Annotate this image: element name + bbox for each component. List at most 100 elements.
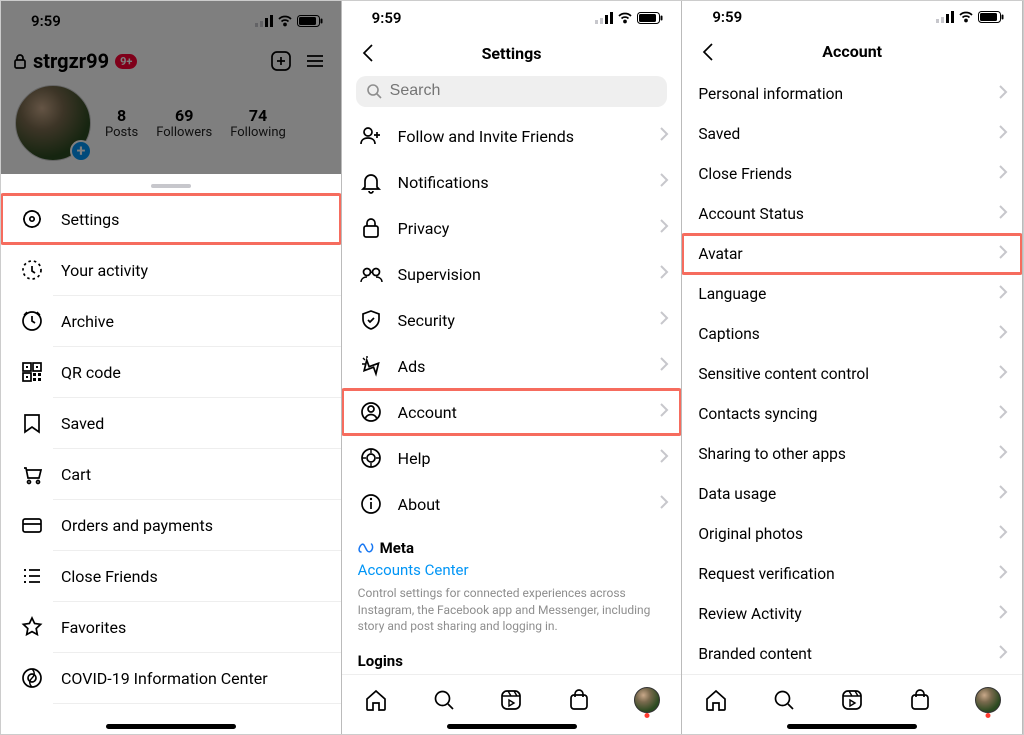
settings-label: Notifications: [398, 173, 646, 192]
status-time: 9:59: [372, 9, 402, 27]
menu-label: Archive: [61, 312, 114, 331]
cellular-icon: [936, 11, 954, 23]
stat-posts[interactable]: 8Posts: [105, 106, 138, 140]
account-item-contacts-syncing[interactable]: Contacts syncing: [682, 394, 1022, 434]
account-item-avatar[interactable]: Avatar: [682, 234, 1022, 274]
panel-settings: 9:59 Settings Follow and Invite FriendsN…: [342, 1, 683, 734]
meta-logo-icon: [358, 542, 376, 554]
account-label: Sharing to other apps: [698, 445, 846, 463]
menu-icon: [19, 411, 45, 435]
account-label: Original photos: [698, 525, 803, 543]
tab-profile[interactable]: [966, 678, 1010, 722]
account-label: Captions: [698, 325, 759, 343]
hamburger-menu-button[interactable]: [301, 47, 329, 75]
sheet-item-cart[interactable]: Cart: [1, 449, 341, 499]
bottom-sheet: Settings Your activity Archive QR codeSaved…: [1, 174, 341, 734]
chevron-right-icon: [659, 448, 669, 468]
tab-home[interactable]: [694, 678, 738, 722]
back-button[interactable]: [348, 33, 388, 73]
tab-shop[interactable]: [557, 678, 601, 722]
create-button[interactable]: [267, 47, 295, 75]
home-indicator[interactable]: [447, 724, 577, 729]
settings-icon: [358, 400, 384, 424]
meta-section: Meta Accounts Center Control settings fo…: [342, 527, 682, 638]
tab-search[interactable]: [762, 678, 806, 722]
back-button[interactable]: [688, 32, 728, 72]
account-item-sensitive-content-control[interactable]: Sensitive content control: [682, 354, 1022, 394]
chevron-right-icon: [659, 264, 669, 284]
chevron-right-icon: [659, 402, 669, 422]
account-label: Branded content: [698, 645, 812, 663]
home-indicator[interactable]: [106, 724, 236, 729]
logins-header: Logins: [342, 638, 682, 674]
account-label: Language: [698, 285, 766, 303]
battery-icon: [297, 15, 323, 27]
sheet-item-close-friends[interactable]: Close Friends: [1, 551, 341, 601]
sheet-item-orders-and-payments[interactable]: Orders and payments: [1, 500, 341, 550]
tab-reels[interactable]: [489, 678, 533, 722]
profile-avatar-icon: [975, 687, 1001, 713]
search-input[interactable]: [390, 82, 658, 100]
settings-item-supervision[interactable]: Supervision: [342, 251, 682, 297]
account-item-original-photos[interactable]: Original photos: [682, 514, 1022, 554]
avatar[interactable]: +: [15, 85, 91, 161]
settings-item-security[interactable]: Security: [342, 297, 682, 343]
menu-icon: [19, 309, 45, 333]
tab-profile[interactable]: [625, 678, 669, 722]
settings-item-account[interactable]: Account: [342, 389, 682, 435]
stat-followers[interactable]: 69Followers: [156, 106, 212, 140]
username[interactable]: strgzr99: [33, 49, 109, 73]
menu-label: COVID-19 Information Center: [61, 669, 268, 688]
settings-label: Security: [398, 311, 646, 330]
menu-icon: [19, 564, 45, 588]
settings-item-help[interactable]: Help: [342, 435, 682, 481]
account-label: Account Status: [698, 205, 804, 223]
status-indicators: [595, 12, 663, 24]
sheet-item-archive[interactable]: Archive: [1, 296, 341, 346]
search-box[interactable]: [356, 76, 668, 108]
tab-home[interactable]: [354, 678, 398, 722]
meta-description: Control settings for connected experienc…: [358, 585, 666, 634]
sheet-item-favorites[interactable]: Favorites: [1, 602, 341, 652]
tab-shop[interactable]: [898, 678, 942, 722]
account-item-personal-information[interactable]: Personal information: [682, 74, 1022, 114]
tab-search[interactable]: [422, 678, 466, 722]
account-item-account-status[interactable]: Account Status: [682, 194, 1022, 234]
settings-item-about[interactable]: About: [342, 481, 682, 527]
account-item-review-activity[interactable]: Review Activity: [682, 594, 1022, 634]
menu-icon: [19, 258, 45, 282]
account-item-sharing-to-other-apps[interactable]: Sharing to other apps: [682, 434, 1022, 474]
settings-item-notifications[interactable]: Notifications: [342, 159, 682, 205]
tab-reels[interactable]: [830, 678, 874, 722]
settings-item-follow-and-invite-friends[interactable]: Follow and Invite Friends: [342, 113, 682, 159]
settings-item-privacy[interactable]: Privacy: [342, 205, 682, 251]
sheet-item-settings[interactable]: Settings: [1, 194, 341, 244]
menu-icon: [19, 360, 45, 384]
meta-brand: Meta: [358, 539, 666, 557]
settings-icon: [358, 170, 384, 194]
sheet-item-your-activity[interactable]: Your activity: [1, 245, 341, 295]
account-item-request-verification[interactable]: Request verification: [682, 554, 1022, 594]
menu-icon: [19, 615, 45, 639]
profile-title-row: strgzr99 9+: [1, 41, 341, 75]
menu-label: Settings: [61, 210, 119, 229]
account-item-data-usage[interactable]: Data usage: [682, 474, 1022, 514]
account-item-language[interactable]: Language: [682, 274, 1022, 314]
sheet-item-covid-19-information-center[interactable]: COVID-19 Information Center: [1, 653, 341, 703]
settings-icon: [358, 262, 384, 286]
sheet-menu-list: Settings Your activity Archive QR codeSaved…: [1, 194, 341, 704]
sheet-item-saved[interactable]: Saved: [1, 398, 341, 448]
account-item-branded-content[interactable]: Branded content: [682, 634, 1022, 674]
account-item-saved[interactable]: Saved: [682, 114, 1022, 154]
chevron-right-icon: [659, 310, 669, 330]
settings-item-ads[interactable]: Ads: [342, 343, 682, 389]
account-item-close-friends[interactable]: Close Friends: [682, 154, 1022, 194]
sheet-grabber[interactable]: [151, 184, 191, 188]
stat-following[interactable]: 74Following: [230, 106, 286, 140]
sheet-item-qr-code[interactable]: QR code: [1, 347, 341, 397]
account-item-captions[interactable]: Captions: [682, 314, 1022, 354]
menu-icon: [19, 666, 45, 690]
home-indicator[interactable]: [787, 724, 917, 729]
accounts-center-link[interactable]: Accounts Center: [358, 561, 666, 579]
add-story-icon[interactable]: +: [70, 140, 92, 162]
